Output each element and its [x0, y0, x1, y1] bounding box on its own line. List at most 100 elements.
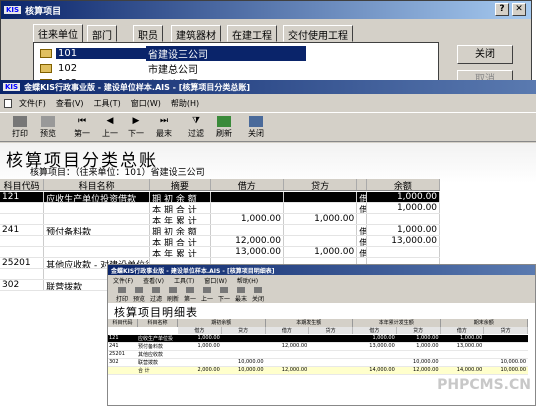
table-row[interactable]: 本 期 合 计 借1,000.00	[0, 203, 441, 214]
detail-tool-button[interactable]: 第一	[184, 287, 196, 303]
detail-row[interactable]: 合 计 2,000.00 10,000.00 12,000.00 14,000.00 12…	[108, 367, 528, 375]
detail-tool-button[interactable]: 预览	[133, 287, 145, 303]
cell-name	[44, 214, 151, 224]
detail-menu-window[interactable]: 窗口(W)	[199, 276, 232, 285]
detail-tool-button[interactable]: 关闭	[252, 287, 264, 303]
cell-name: 应收生产单位投	[138, 336, 174, 342]
preview-icon	[41, 116, 55, 127]
detail-menu-file[interactable]: 文件(F)	[108, 276, 138, 285]
menu-help[interactable]: 帮助(H)	[166, 98, 204, 109]
detail-menu-view[interactable]: 查看(V)	[138, 276, 169, 285]
cell-summary: 本 年 累 计	[150, 247, 211, 257]
detail-tool-button[interactable]: 过滤	[150, 287, 162, 303]
col-debit: 借方	[211, 179, 284, 190]
close-report-button[interactable]: 关闭	[248, 116, 264, 139]
detail-row[interactable]: 241 预付备料款 1,000.00 12,000.00 13,000.00 1,000.…	[108, 343, 528, 351]
cell-summary: 期 初 余 额	[150, 192, 211, 202]
cell-value	[266, 335, 310, 342]
door-icon	[249, 116, 263, 127]
help-button[interactable]: ?	[495, 3, 509, 16]
table-row[interactable]: 241预付备料款期 初 余 额 借1,000.00	[0, 225, 441, 236]
col-code: 科目代码	[0, 179, 45, 190]
table-row[interactable]: 本 期 合 计12,000.00 借13,000.00	[0, 236, 441, 247]
cell-code: 121	[0, 192, 45, 202]
detail-tool-button[interactable]: 最末	[235, 287, 247, 303]
cell-value: 10,000.00	[238, 359, 264, 365]
cell-code: 25201	[0, 258, 45, 268]
detail-tool-button[interactable]: 打印	[116, 287, 128, 303]
detail-tool-button[interactable]: 刷新	[167, 287, 179, 303]
tool-icon	[169, 287, 177, 293]
last-label: 最末	[156, 129, 172, 138]
tool-icon	[118, 287, 126, 293]
detail-row[interactable]: 302 联营拨款 10,000.00 10,000.00 10,000.00	[108, 359, 528, 367]
cell-summary: 本 年 累 计	[150, 214, 211, 224]
detail-row[interactable]: 25201 其他应收款	[108, 351, 528, 359]
cell-value: 1,000.00	[197, 343, 220, 349]
list-item[interactable]: 102 市建总公司	[40, 62, 306, 76]
tab-materials[interactable]: 建筑器材	[171, 25, 221, 42]
kis-logo: KIS	[4, 6, 22, 14]
refresh-icon	[217, 116, 231, 127]
col-name: 科目名称	[44, 179, 151, 190]
cell-name: 合 计	[138, 368, 150, 374]
refresh-button[interactable]: 刷新	[216, 116, 232, 139]
cell-value	[178, 351, 222, 358]
last-button[interactable]: ⏭ 最末	[156, 116, 172, 139]
cell-dir	[357, 214, 367, 224]
first-button[interactable]: ⏮ 第一	[74, 116, 90, 139]
tab-staff[interactable]: 职员	[133, 25, 163, 42]
table-row[interactable]: 本 年 累 计13,000.001,000.00借	[0, 247, 441, 258]
cell-debit: 12,000.00	[211, 236, 284, 246]
item-code: 102	[58, 63, 78, 74]
next-label: 下一	[128, 129, 144, 138]
cell-value: 10,000.00	[500, 359, 526, 365]
cell-debit: 1,000.00	[211, 214, 284, 224]
col-sub: 贷方	[484, 327, 528, 334]
menu-file[interactable]: 文件(F)	[14, 98, 51, 109]
tool-label: 预览	[133, 296, 146, 303]
filter-button[interactable]: ⧩ 过滤	[188, 116, 204, 139]
cell-value: 13,000.00	[369, 343, 395, 349]
tool-label: 上一	[201, 296, 214, 303]
cell-value	[484, 343, 528, 350]
menu-tools[interactable]: 工具(T)	[89, 98, 126, 109]
tab-department[interactable]: 部门	[87, 25, 117, 42]
item-code: 101	[56, 48, 146, 59]
cell-dir: 借	[357, 225, 367, 235]
detail-title-bar: 金蝶KIS行政事业版 - 建设单位样本.AIS - [核算项目明细表]	[108, 265, 535, 275]
table-row[interactable]: 121应收生产单位投资借款期 初 余 额 借1,000.00	[0, 192, 441, 203]
tab-delivered[interactable]: 交付使用工程	[283, 25, 353, 42]
cell-code: 302	[0, 280, 45, 290]
detail-menu-help[interactable]: 帮助(H)	[232, 276, 263, 285]
print-button[interactable]: 打印	[12, 116, 28, 139]
cell-code	[0, 247, 45, 257]
cell-code	[0, 269, 45, 279]
menu-view[interactable]: 查看(V)	[51, 98, 89, 109]
cell-name: 预付备料款	[138, 344, 164, 350]
col-group: 期初余额	[178, 319, 266, 327]
cell-credit	[284, 203, 358, 213]
detail-row[interactable]: 121 应收生产单位投 1,000.00 1,000.00 1,000.00 1,000.…	[108, 335, 528, 343]
ledger-title: 金蝶KIS行政事业版 - 建设单位样本.AIS - [核算项目分类总账]	[24, 82, 251, 92]
detail-menu-tools[interactable]: 工具(T)	[169, 276, 199, 285]
cell-value	[353, 351, 397, 358]
table-row[interactable]: 本 年 累 计 1,000.00 1,000.00	[0, 214, 441, 225]
list-item[interactable]: 101 省建设三公司	[40, 46, 306, 61]
cell-value	[309, 367, 353, 374]
prev-button[interactable]: ◀ 上一	[102, 116, 118, 139]
detail-tool-button[interactable]: 上一	[201, 287, 213, 303]
cell-value	[397, 351, 441, 358]
close-button[interactable]: 关闭	[457, 45, 513, 64]
tab-company[interactable]: 往来单位	[33, 24, 83, 43]
preview-button[interactable]: 预览	[40, 116, 56, 139]
cell-value	[222, 335, 266, 342]
next-button[interactable]: ▶ 下一	[128, 116, 144, 139]
tab-construction[interactable]: 在建工程	[227, 25, 277, 42]
col-sub: 贷方	[222, 327, 266, 334]
detail-tool-button[interactable]: 下一	[218, 287, 230, 303]
kis-logo: KIS	[3, 83, 21, 91]
next-icon: ▶	[132, 116, 140, 126]
menu-window[interactable]: 窗口(W)	[126, 98, 166, 109]
close-icon[interactable]: ✕	[512, 3, 526, 16]
